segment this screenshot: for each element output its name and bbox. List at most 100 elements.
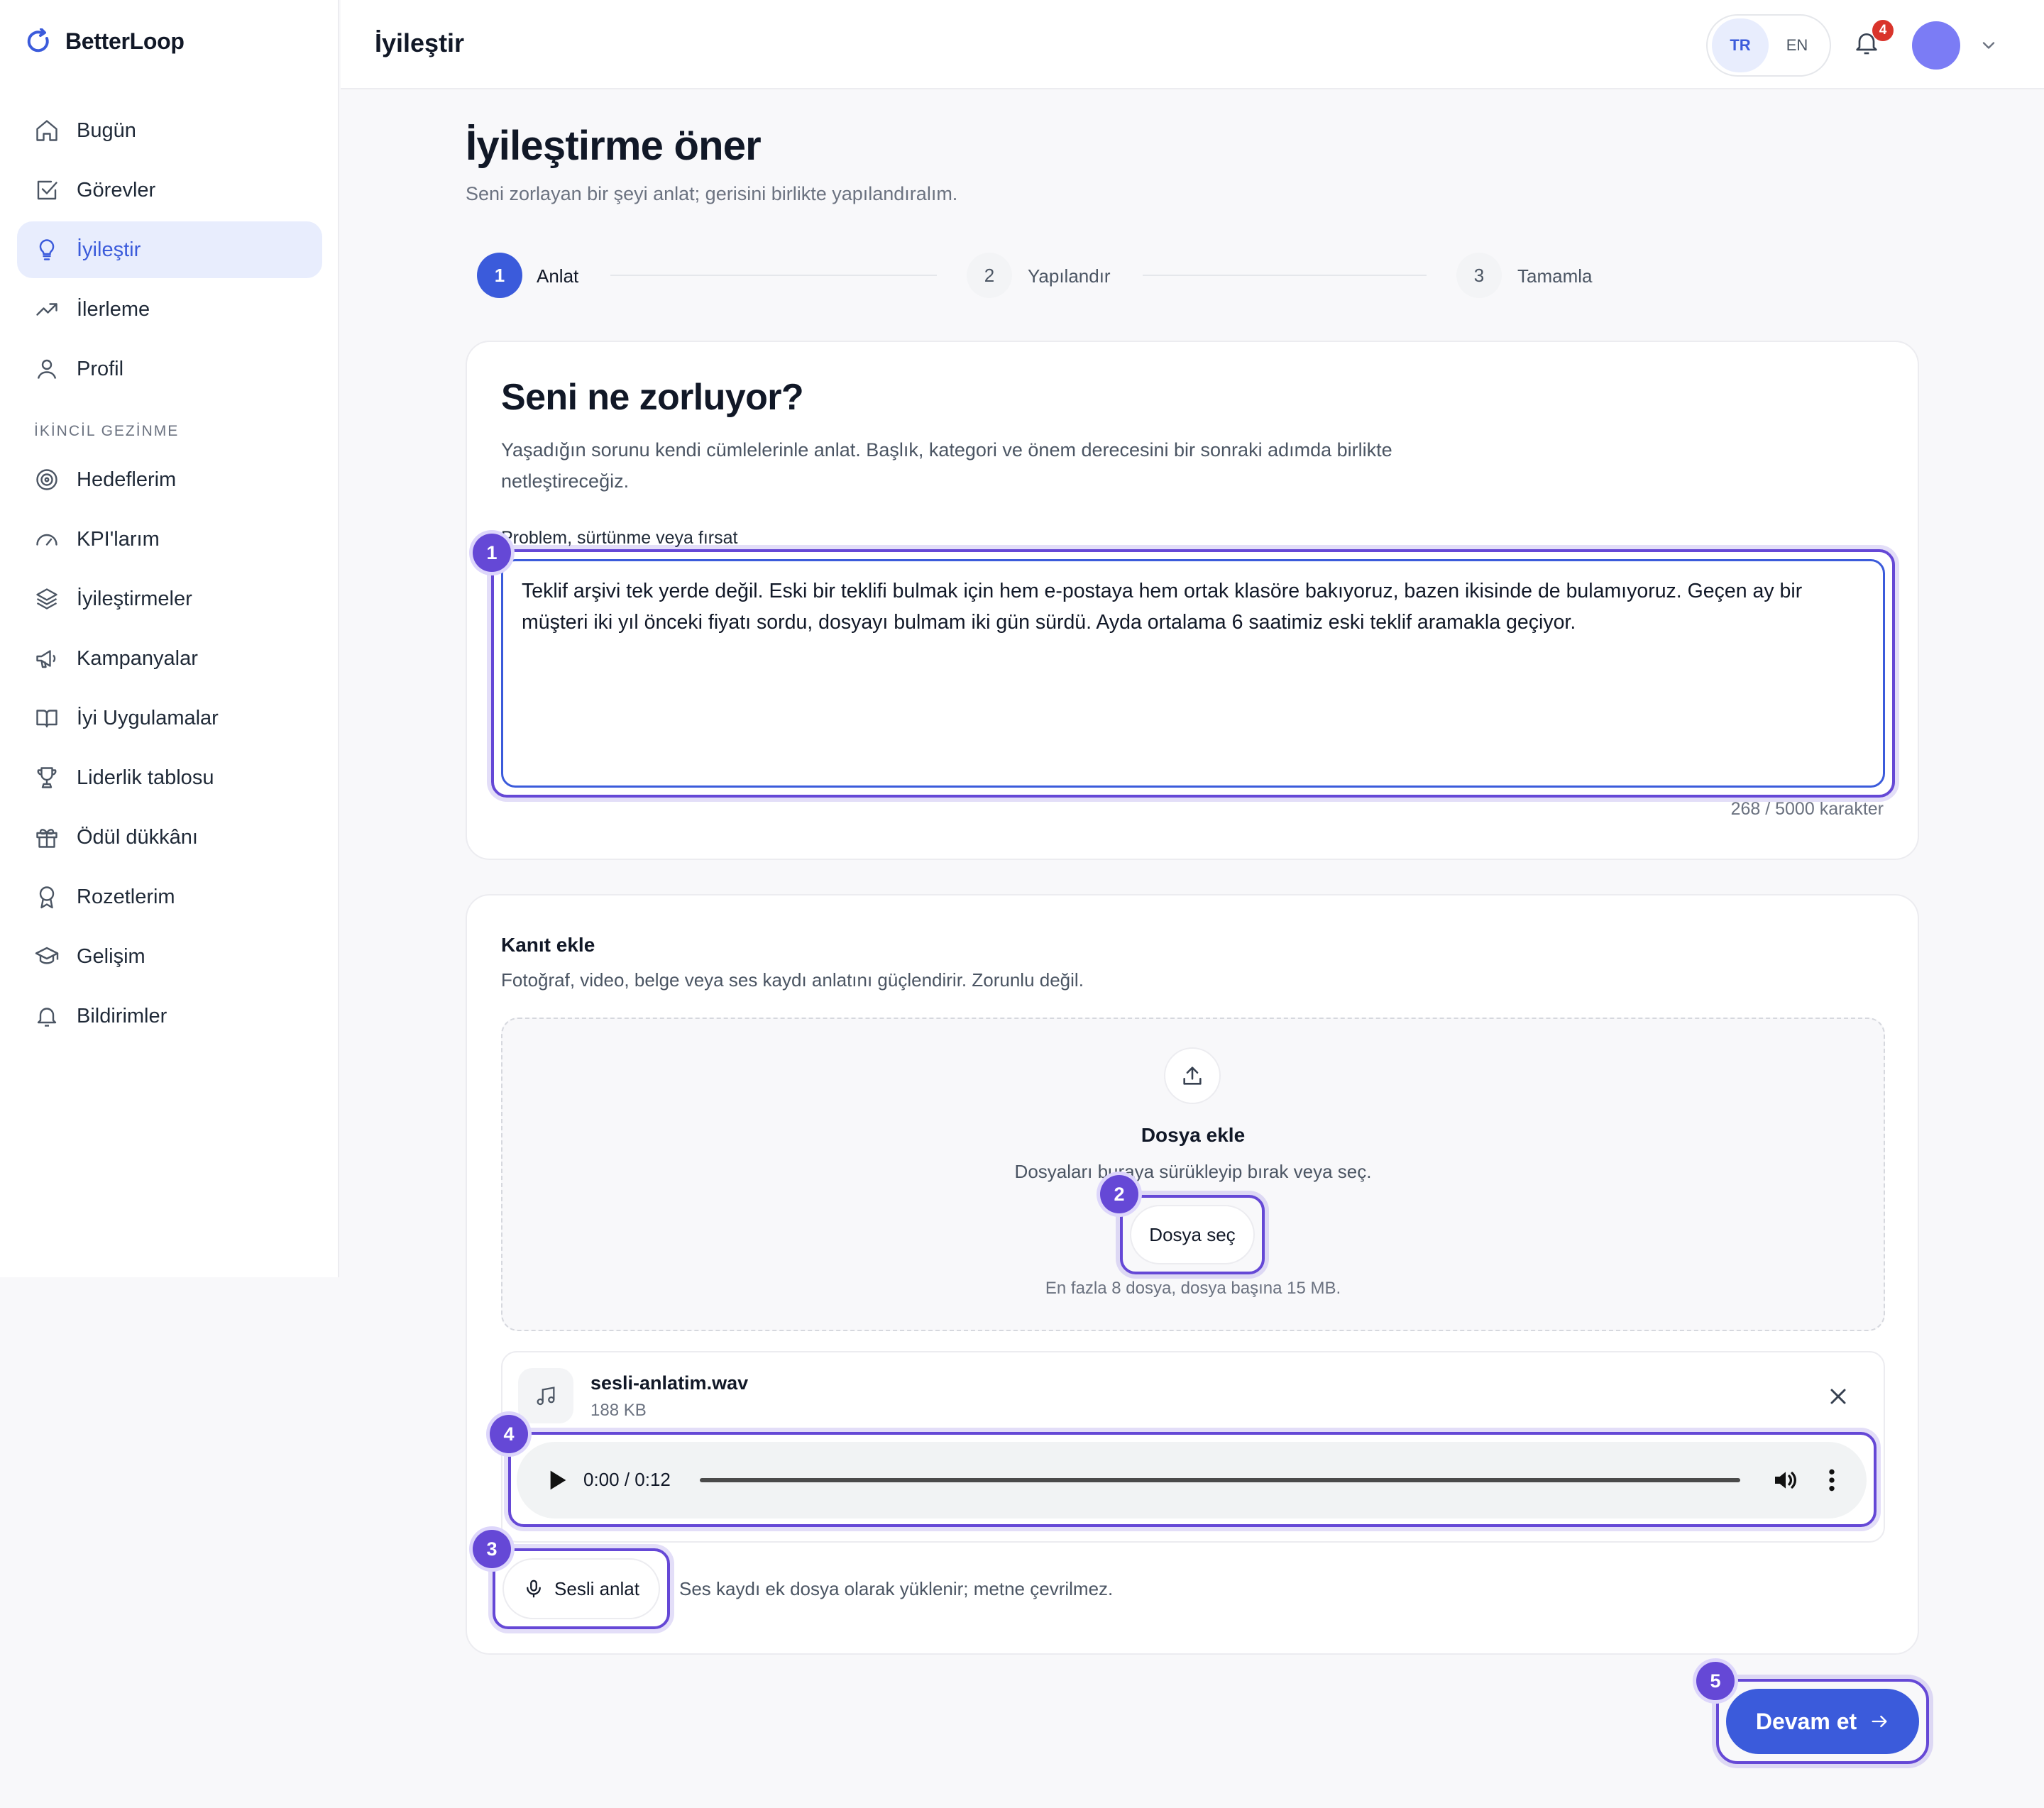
sidebar-item-label: Gelişim bbox=[77, 944, 145, 968]
upload-limit-hint: En fazla 8 dosya, dosya başına 15 MB. bbox=[1045, 1279, 1341, 1298]
app-root: BetterLoop Bugün Görevler İyileştir İler… bbox=[0, 0, 2044, 1808]
gauge-icon bbox=[34, 527, 60, 552]
step-1-number: 1 bbox=[477, 253, 522, 298]
file-name: sesli-anlatim.wav bbox=[590, 1372, 749, 1394]
upload-icon bbox=[1164, 1047, 1221, 1104]
sidebar-item-iyi-uygulamalar[interactable]: İyi Uygulamalar bbox=[17, 690, 322, 746]
sidebar-item-label: KPI'larım bbox=[77, 527, 160, 551]
choose-file-button[interactable]: Dosya seç bbox=[1130, 1205, 1255, 1264]
user-icon bbox=[34, 356, 60, 382]
sidebar-item-iyilestirmeler[interactable]: İyileştirmeler bbox=[17, 570, 322, 627]
sidebar-item-label: İyi Uygulamalar bbox=[77, 706, 219, 729]
file-size: 188 KB bbox=[590, 1401, 647, 1420]
music-note-icon bbox=[518, 1368, 573, 1423]
annotation-badge-2: 2 bbox=[1100, 1175, 1138, 1213]
remove-file-close-icon[interactable] bbox=[1825, 1384, 1851, 1409]
evidence-title: Kanıt ekle bbox=[501, 934, 595, 956]
sidebar: BetterLoop Bugün Görevler İyileştir İler… bbox=[0, 0, 339, 1277]
sidebar-item-label: Bildirimler bbox=[77, 1004, 167, 1027]
home-icon bbox=[34, 118, 60, 143]
play-icon[interactable] bbox=[542, 1466, 571, 1494]
sidebar-item-label: Rozetlerim bbox=[77, 885, 175, 908]
logo-icon bbox=[27, 28, 49, 53]
continue-button[interactable]: Devam et bbox=[1726, 1689, 1919, 1754]
app-name: BetterLoop bbox=[65, 28, 185, 54]
more-options-icon[interactable] bbox=[1821, 1466, 1842, 1494]
step-3-label: Tamamla bbox=[1517, 265, 1593, 287]
voice-record-button[interactable]: Sesli anlat bbox=[502, 1558, 660, 1619]
sidebar-nav: Bugün Görevler İyileştir İlerleme Profil… bbox=[17, 102, 322, 1047]
sidebar-item-label: Liderlik tablosu bbox=[77, 766, 214, 789]
step-1-label: Anlat bbox=[537, 265, 579, 287]
microphone-icon bbox=[527, 1580, 541, 1598]
volume-icon[interactable] bbox=[1771, 1466, 1800, 1494]
sidebar-item-iyilestir[interactable]: İyileştir bbox=[17, 221, 322, 278]
sidebar-item-label: Hedeflerim bbox=[77, 468, 177, 491]
problem-textarea[interactable]: Teklif arşivi tek yerde değil. Eski bir … bbox=[501, 559, 1885, 788]
language-tr-button[interactable]: TR bbox=[1712, 18, 1769, 72]
sidebar-item-odul-dukkani[interactable]: Ödül dükkânı bbox=[17, 809, 322, 866]
lightbulb-icon bbox=[34, 237, 60, 263]
megaphone-icon bbox=[34, 646, 60, 671]
character-counter: 268 / 5000 karakter bbox=[1730, 799, 1884, 819]
chevron-down-icon[interactable] bbox=[1979, 35, 1999, 55]
trophy-icon bbox=[34, 765, 60, 790]
checkbox-icon bbox=[34, 177, 60, 203]
annotation-badge-4: 4 bbox=[490, 1415, 528, 1453]
avatar[interactable] bbox=[1912, 21, 1960, 70]
trend-up-icon bbox=[34, 297, 60, 322]
sidebar-item-gorevler[interactable]: Görevler bbox=[17, 162, 322, 219]
sidebar-item-hedeflerim[interactable]: Hedeflerim bbox=[17, 451, 322, 508]
dropzone-title: Dosya ekle bbox=[1141, 1124, 1246, 1146]
graduation-cap-icon bbox=[34, 944, 60, 969]
page-subtitle: Seni zorlayan bir şeyi anlat; gerisini b… bbox=[466, 183, 958, 204]
language-toggle: TR EN bbox=[1706, 14, 1831, 77]
evidence-description: Fotoğraf, video, belge veya ses kaydı an… bbox=[501, 969, 1084, 991]
award-icon bbox=[34, 884, 60, 910]
page-heading: İyileştirme öner bbox=[466, 123, 762, 169]
annotation-badge-5: 5 bbox=[1696, 1662, 1735, 1700]
sidebar-item-profil[interactable]: Profil bbox=[17, 341, 322, 397]
sidebar-item-label: Bugün bbox=[77, 118, 136, 142]
audio-time: 0:00 / 0:12 bbox=[583, 1469, 671, 1490]
sidebar-item-label: Kampanyalar bbox=[77, 646, 198, 670]
sidebar-item-bildirimler[interactable]: Bildirimler bbox=[17, 988, 322, 1044]
book-icon bbox=[34, 705, 60, 731]
stepper: 1 Anlat 2 Yapılandır 3 Tamamla bbox=[477, 253, 1612, 298]
page-title: İyileştir bbox=[375, 28, 465, 57]
sidebar-item-kpilarim[interactable]: KPI'larım bbox=[17, 511, 322, 568]
sidebar-item-label: İyileştir bbox=[77, 238, 141, 261]
sidebar-item-label: Ödül dükkânı bbox=[77, 825, 198, 849]
sidebar-item-gelisim[interactable]: Gelişim bbox=[17, 928, 322, 985]
sidebar-item-label: Profil bbox=[77, 357, 124, 380]
audio-seek-bar[interactable] bbox=[700, 1478, 1740, 1482]
gift-icon bbox=[34, 825, 60, 850]
secondary-nav-label: İKİNCİL GEZİNME bbox=[34, 423, 180, 439]
language-en-button[interactable]: EN bbox=[1769, 18, 1825, 72]
logo[interactable]: BetterLoop bbox=[26, 27, 185, 55]
step-2-label: Yapılandır bbox=[1028, 265, 1111, 287]
topbar: İyileştir TR EN 4 bbox=[341, 0, 2044, 89]
sidebar-item-label: İyileştirmeler bbox=[77, 587, 192, 610]
sidebar-item-liderlik-tablosu[interactable]: Liderlik tablosu bbox=[17, 749, 322, 806]
layers-icon bbox=[34, 586, 60, 612]
voice-note: Ses kaydı ek dosya olarak yüklenir; metn… bbox=[679, 1578, 1114, 1599]
sidebar-item-bugun[interactable]: Bugün bbox=[17, 102, 322, 159]
sidebar-item-kampanyalar[interactable]: Kampanyalar bbox=[17, 630, 322, 687]
annotation-badge-3: 3 bbox=[473, 1530, 511, 1568]
sidebar-item-ilerleme[interactable]: İlerleme bbox=[17, 281, 322, 338]
bell-icon bbox=[34, 1003, 60, 1029]
step-3-number: 3 bbox=[1456, 253, 1502, 298]
target-icon bbox=[34, 467, 60, 492]
problem-title: Seni ne zorluyor? bbox=[501, 377, 804, 418]
step-2-number: 2 bbox=[967, 253, 1012, 298]
voice-record-label: Sesli anlat bbox=[554, 1577, 639, 1599]
dropzone-description: Dosyaları buraya sürükleyip bırak veya s… bbox=[1014, 1161, 1372, 1182]
annotation-badge-1: 1 bbox=[473, 534, 511, 572]
sidebar-item-rozetlerim[interactable]: Rozetlerim bbox=[17, 869, 322, 925]
sidebar-item-label: Görevler bbox=[77, 178, 156, 202]
step-connector bbox=[1143, 275, 1427, 276]
problem-field-label: Problem, sürtünme veya fırsat bbox=[501, 528, 738, 548]
sidebar-item-label: İlerleme bbox=[77, 297, 150, 321]
notification-count-badge: 4 bbox=[1872, 20, 1894, 41]
